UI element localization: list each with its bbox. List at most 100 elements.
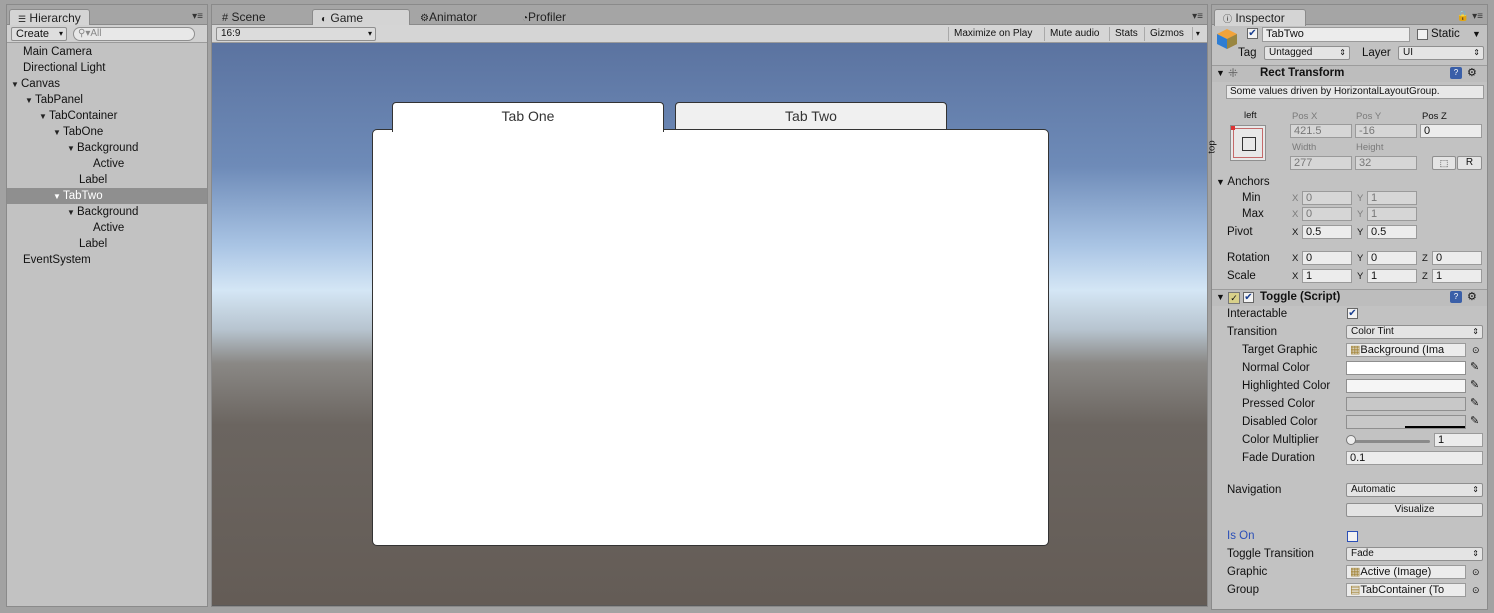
raw-edit-button[interactable]: R [1457,156,1482,170]
posz-field[interactable]: 0 [1420,124,1482,138]
list-item[interactable]: ▼ Background [67,204,138,220]
expand-triangle-icon[interactable]: ▼ [53,189,63,205]
expand-triangle-icon[interactable]: ▼ [11,77,21,93]
object-picker-icon[interactable]: ⊙ [1472,564,1480,580]
static-dropdown-icon[interactable]: ▼ [1472,26,1481,42]
scale-y-field[interactable]: 1 [1367,269,1417,283]
maximize-on-play-button[interactable]: Maximize on Play [948,27,1037,41]
disabled-color-swatch[interactable] [1346,415,1466,429]
color-multiplier-field[interactable]: 1 [1434,433,1483,447]
expand-triangle-icon[interactable]: ▼ [39,109,49,125]
tab-hierarchy[interactable]: ☰ Hierarchy [9,9,90,26]
color-multiplier-slider-track[interactable] [1350,440,1430,443]
foldout-triangle-icon[interactable]: ▼ [1216,292,1225,302]
toggle-enabled-checkbox[interactable]: ✔ [1243,292,1254,303]
pivot-x-field[interactable]: 0.5 [1302,225,1352,239]
max-x-field[interactable]: 0 [1302,207,1352,221]
expand-triangle-icon[interactable]: ▼ [53,125,63,141]
toggle-script-header[interactable]: ▼ ✓ ✔ Toggle (Script) ? ⚙ [1212,289,1487,306]
interactable-checkbox[interactable]: ✔ [1347,308,1358,319]
list-item[interactable]: Label [79,236,107,252]
posy-field[interactable]: -16 [1355,124,1417,138]
width-field[interactable]: 277 [1290,156,1352,170]
min-x-field[interactable]: 0 [1302,191,1352,205]
list-item[interactable]: Label [79,172,107,188]
object-picker-icon[interactable]: ⊙ [1472,342,1480,358]
rotation-y-field[interactable]: 0 [1367,251,1417,265]
panel-menu-icon[interactable]: ▾≡ [192,11,203,22]
eyedropper-icon[interactable]: ✎ [1470,413,1479,429]
list-item[interactable]: Main Camera [23,44,92,60]
fade-duration-field[interactable]: 0.1 [1346,451,1483,465]
eyedropper-icon[interactable]: ✎ [1470,377,1479,393]
object-name-field[interactable]: TabTwo [1262,27,1410,42]
rotation-z-field[interactable]: 0 [1432,251,1482,265]
game-tab-one[interactable]: Tab One [392,102,664,132]
panel-menu-icon[interactable]: ▾≡ [1192,11,1203,22]
graphic-field[interactable]: ▦Active (Image) [1346,565,1466,579]
layer-dropdown[interactable]: UI ⇕ [1398,46,1484,60]
toggle-transition-dropdown[interactable]: Fade ⇕ [1346,547,1483,561]
pivot-y-field[interactable]: 0.5 [1367,225,1417,239]
max-y-field[interactable]: 1 [1367,207,1417,221]
expand-triangle-icon[interactable]: ▼ [25,93,35,109]
expand-triangle-icon[interactable]: ▼ [67,141,77,157]
create-button[interactable]: Create ▾ [11,27,67,41]
scale-x-field[interactable]: 1 [1302,269,1352,283]
posx-field[interactable]: 421.5 [1290,124,1352,138]
static-checkbox[interactable] [1417,29,1428,40]
stats-button[interactable]: Stats [1109,27,1143,41]
color-multiplier-slider-thumb[interactable] [1346,435,1356,445]
list-item[interactable]: ▼ TabPanel [25,92,83,108]
target-graphic-field[interactable]: ▦Background (Ima [1346,343,1466,357]
anchor-preset-button[interactable] [1230,125,1266,161]
group-field[interactable]: ▤TabContainer (To [1346,583,1466,597]
list-item[interactable]: ▼ Canvas [11,76,60,92]
search-input[interactable]: ⚲▾All [73,27,195,41]
min-y-field[interactable]: 1 [1367,191,1417,205]
object-picker-icon[interactable]: ⊙ [1472,582,1480,598]
is-on-checkbox[interactable] [1347,531,1358,542]
rect-transform-header[interactable]: ▼ ⁜ Rect Transform ? ⚙ [1212,65,1487,82]
tab-animator[interactable]: ⚙Animator [412,9,485,26]
list-item[interactable]: Active [93,156,124,172]
gear-icon[interactable]: ⚙ [1467,290,1477,303]
navigation-dropdown[interactable]: Automatic ⇕ [1346,483,1483,497]
game-viewport[interactable]: Tab One Tab Two [212,43,1207,605]
list-item[interactable]: ▼ TabTwo [53,188,103,204]
lock-menu-icon[interactable]: 🔒 ▾≡ [1457,11,1483,22]
blueprint-mode-button[interactable]: ⬚ [1432,156,1456,170]
active-checkbox[interactable]: ✔ [1247,28,1258,39]
list-item[interactable]: ▼ TabOne [53,124,103,140]
expand-triangle-icon[interactable]: ▼ [67,205,77,221]
tab-scene[interactable]: # Scene [214,9,274,26]
gear-icon[interactable]: ⚙ [1467,66,1477,79]
height-field[interactable]: 32 [1355,156,1417,170]
help-icon[interactable]: ? [1450,67,1462,79]
tab-profiler[interactable]: ◔Profiler [514,9,574,26]
normal-color-swatch[interactable] [1346,361,1466,375]
list-item[interactable]: Directional Light [23,60,105,76]
pressed-color-swatch[interactable] [1346,397,1466,411]
aspect-dropdown[interactable]: 16:9 ▾ [216,27,376,41]
list-item[interactable]: ▼ TabContainer [39,108,117,124]
highlighted-color-swatch[interactable] [1346,379,1466,393]
tag-dropdown[interactable]: Untagged ⇕ [1264,46,1350,60]
tab-inspector[interactable]: ⓘ Inspector [1214,9,1306,26]
foldout-triangle-icon[interactable]: ▼ [1216,68,1225,78]
list-item[interactable]: EventSystem [23,252,91,268]
eyedropper-icon[interactable]: ✎ [1470,395,1479,411]
gizmos-button[interactable]: Gizmos ▾ [1144,27,1202,41]
tab-game[interactable]: ◐ Game [312,9,410,26]
visualize-button[interactable]: Visualize [1346,503,1483,517]
rotation-x-field[interactable]: 0 [1302,251,1352,265]
transition-dropdown[interactable]: Color Tint ⇕ [1346,325,1483,339]
list-item[interactable]: Active [93,220,124,236]
mute-audio-button[interactable]: Mute audio [1044,27,1104,41]
game-tab-two[interactable]: Tab Two [675,102,947,129]
anchors-label[interactable]: ▼ Anchors [1216,174,1270,190]
help-icon[interactable]: ? [1450,291,1462,303]
eyedropper-icon[interactable]: ✎ [1470,359,1479,375]
list-item[interactable]: ▼ Background [67,140,138,156]
scale-z-field[interactable]: 1 [1432,269,1482,283]
